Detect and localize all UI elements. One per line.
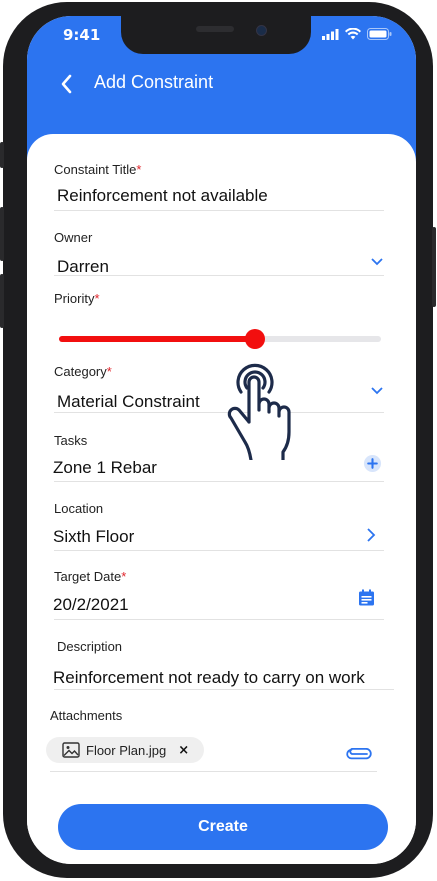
attachment-file-name: Floor Plan.jpg: [86, 742, 167, 758]
front-camera: [256, 25, 267, 36]
create-button[interactable]: Create: [58, 804, 388, 850]
description-value[interactable]: Reinforcement not ready to carry on work: [53, 668, 365, 688]
divider: [54, 412, 384, 413]
status-icons: [322, 28, 392, 40]
signal-icon: [322, 28, 339, 40]
chevron-right-icon[interactable]: [366, 527, 376, 543]
divider: [54, 550, 384, 551]
battery-icon: [367, 28, 392, 40]
title-field-label: Constaint Title*: [54, 162, 142, 177]
tasks-value[interactable]: Zone 1 Rebar: [53, 458, 157, 478]
priority-slider-fill: [59, 336, 256, 342]
owner-field-label: Owner: [54, 230, 93, 245]
page-title: Add Constraint: [94, 72, 214, 92]
app-screen: 9:41 Add Constraint Constaint Title* Rei…: [27, 16, 416, 864]
priority-slider[interactable]: [59, 329, 381, 349]
phone-frame: 9:41 Add Constraint Constaint Title* Rei…: [0, 2, 436, 878]
tap-hand-icon: [227, 363, 291, 460]
target-date-value[interactable]: 20/2/2021: [53, 595, 129, 615]
category-select[interactable]: Material Constraint: [57, 392, 200, 412]
speaker-grille: [196, 26, 234, 32]
volume-down-button: [0, 274, 4, 328]
status-time: 9:41: [63, 26, 101, 44]
divider: [54, 619, 384, 620]
owner-select[interactable]: Darren: [57, 257, 109, 277]
back-chevron-icon[interactable]: [57, 72, 77, 96]
image-icon: [62, 742, 80, 758]
power-button: [432, 227, 436, 307]
attachments-label: Attachments: [50, 708, 123, 723]
wifi-icon: [345, 28, 361, 40]
category-field-label: Category*: [54, 364, 112, 379]
chevron-down-icon[interactable]: [370, 385, 384, 395]
divider: [50, 771, 377, 772]
title-field-input[interactable]: Reinforcement not available: [57, 186, 268, 206]
location-value[interactable]: Sixth Floor: [53, 527, 134, 547]
calendar-icon[interactable]: [358, 589, 375, 607]
chevron-down-icon[interactable]: [370, 256, 384, 266]
location-field-label: Location: [54, 501, 104, 516]
attachment-chip[interactable]: Floor Plan.jpg ×: [46, 737, 204, 763]
mute-switch: [0, 142, 4, 168]
target-date-label: Target Date*: [54, 569, 127, 584]
description-label: Description: [57, 639, 123, 654]
divider: [54, 275, 384, 276]
divider: [54, 481, 384, 482]
divider: [54, 210, 384, 211]
volume-up-button: [0, 207, 4, 261]
add-circle-icon[interactable]: [363, 454, 382, 473]
priority-field-label: Priority*: [54, 291, 100, 306]
tasks-field-label: Tasks: [54, 433, 88, 448]
divider: [54, 689, 394, 690]
remove-attachment-icon[interactable]: ×: [178, 743, 189, 758]
paperclip-icon[interactable]: [346, 748, 372, 760]
camera-notch: [121, 16, 311, 54]
